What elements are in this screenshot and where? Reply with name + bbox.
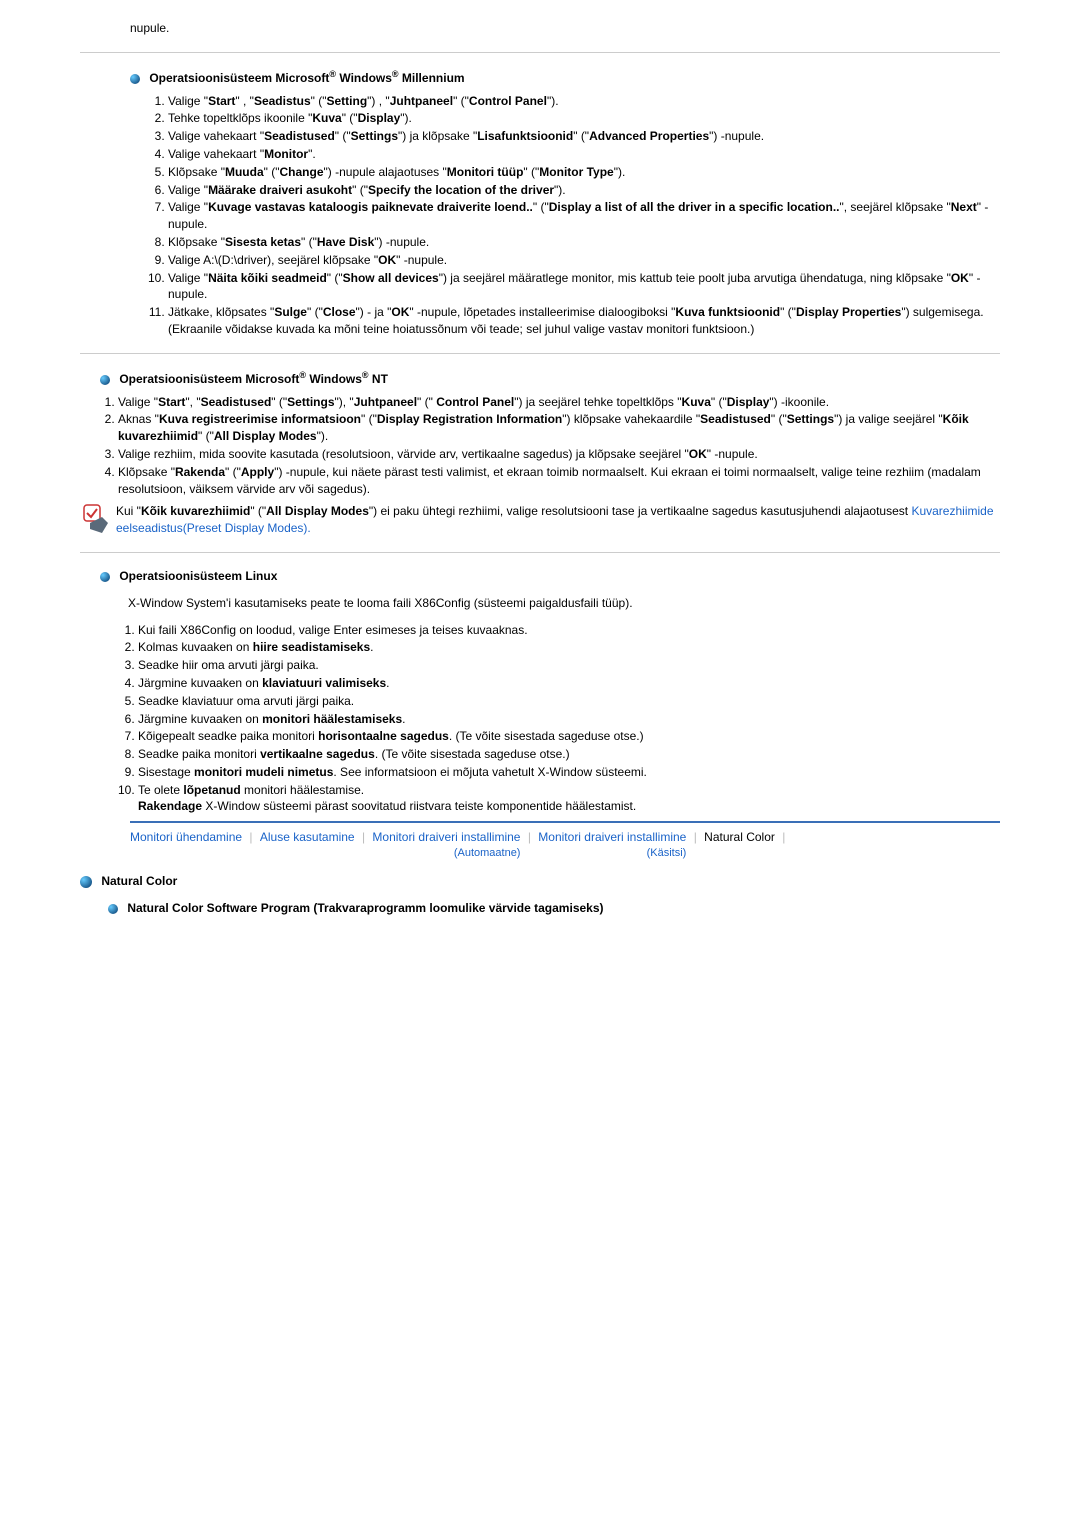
nt-steps: Valige "Start", "Seadistused" ("Settings… — [100, 394, 1000, 498]
note-end: . — [307, 521, 310, 535]
section-me: Operatsioonisüsteem Microsoft® Windows® … — [130, 68, 1000, 338]
list-item: Aknas "Kuva registreerimise informatsioo… — [118, 411, 1000, 445]
nav-manual-sub: (Käsitsi) — [538, 846, 686, 861]
nav-separator: | — [362, 830, 365, 844]
nav-stand-usage[interactable]: Aluse kasutamine — [260, 830, 355, 844]
list-item: Järgmine kuvaaken on monitori häälestami… — [138, 711, 1000, 728]
nc-sub-heading: Natural Color Software Program (Trakvara… — [127, 901, 603, 915]
list-item: Seadke klaviatuur oma arvuti järgi paika… — [138, 693, 1000, 710]
list-item: Sisestage monitori mudeli nimetus. See i… — [138, 764, 1000, 781]
list-item: Järgmine kuvaaken on klaviatuuri valimis… — [138, 675, 1000, 692]
nav-natural-color[interactable]: Natural Color — [704, 830, 775, 844]
list-item: Valige "Määrake draiveri asukoht" ("Spec… — [168, 182, 1000, 199]
list-item: Valige rezhiim, mida soovite kasutada (r… — [118, 446, 1000, 463]
bullet-icon — [130, 74, 140, 84]
section-heading-linux: Operatsioonisüsteem Linux — [100, 568, 1000, 585]
list-item: Te olete lõpetanud monitori häälestamise… — [138, 782, 1000, 816]
reg-icon: ® — [362, 370, 369, 380]
heading-mid: Windows — [336, 71, 392, 85]
list-item: Klõpsake "Rakenda" ("Apply") -nupule, ku… — [118, 464, 1000, 498]
list-item: Kolmas kuvaaken on hiire seadistamiseks. — [138, 639, 1000, 656]
nt-note: Kui "Kõik kuvarezhiimid" ("All Display M… — [80, 503, 1000, 537]
linux-intro: X-Window System'i kasutamiseks peate te … — [128, 595, 1000, 612]
heading-pre: Operatsioonisüsteem Microsoft — [149, 71, 329, 85]
linux-title: Operatsioonisüsteem Linux — [119, 569, 277, 583]
nav-install-driver-manual[interactable]: Monitori draiveri installimine — [538, 830, 686, 844]
list-item: Seadke hiir oma arvuti järgi paika. — [138, 657, 1000, 674]
nc-heading: Natural Color — [101, 874, 177, 888]
linux-steps: Kui faili X86Config on loodud, valige En… — [120, 622, 1000, 816]
bullet-icon — [100, 375, 110, 385]
list-item: Valige "Kuvage vastavas kataloogis paikn… — [168, 199, 1000, 233]
bullet-icon — [108, 904, 118, 914]
list-item: Kõigepealt seadke paika monitori horison… — [138, 728, 1000, 745]
list-item: Valige "Start" , "Seadistus" ("Setting")… — [168, 93, 1000, 110]
list-item: Tehke topeltklõps ikoonile "Kuva" ("Disp… — [168, 110, 1000, 127]
nt-note-text: Kui "Kõik kuvarezhiimid" ("All Display M… — [116, 503, 1000, 537]
list-item: Valige "Start", "Seadistused" ("Settings… — [118, 394, 1000, 411]
section-linux: Operatsioonisüsteem Linux X-Window Syste… — [100, 568, 1000, 815]
heading-pre: Operatsioonisüsteem Microsoft — [119, 372, 299, 386]
nav-separator: | — [528, 830, 531, 844]
list-item: Valige vahekaart "Seadistused" ("Setting… — [168, 128, 1000, 145]
reg-icon: ® — [392, 69, 399, 79]
section-nt: Operatsioonisüsteem Microsoft® Windows® … — [80, 369, 1000, 537]
list-item: Valige "Näita kõiki seadmeid" ("Show all… — [168, 270, 1000, 304]
list-item: Klõpsake "Sisesta ketas" ("Have Disk") -… — [168, 234, 1000, 251]
nav-connect-monitor[interactable]: Monitori ühendamine — [130, 830, 242, 844]
list-item: Valige vahekaart "Monitor". — [168, 146, 1000, 163]
top-fragment: nupule. — [130, 20, 1000, 37]
nav-auto-sub: (Automaatne) — [372, 846, 520, 861]
section-natural-color: Natural Color Natural Color Software Pro… — [80, 873, 1000, 917]
heading-mid: Windows — [306, 372, 362, 386]
nav-install-driver-auto[interactable]: Monitori draiveri installimine — [372, 830, 520, 844]
nav-separator: | — [249, 830, 252, 844]
heading-post: Millennium — [399, 71, 465, 85]
top-text: nupule. — [130, 21, 169, 35]
check-note-icon — [80, 503, 116, 537]
list-item: Valige A:\(D:\driver), seejärel klõpsake… — [168, 252, 1000, 269]
divider — [80, 552, 1000, 553]
list-item: Jätkake, klõpsates "Sulge" ("Close") - j… — [168, 304, 1000, 338]
list-item: Klõpsake "Muuda" ("Change") -nupule alaj… — [168, 164, 1000, 181]
section-nav: Monitori ühendamine | Aluse kasutamine |… — [130, 821, 1000, 867]
list-item: Kui faili X86Config on loodud, valige En… — [138, 622, 1000, 639]
section-heading-nt: Operatsioonisüsteem Microsoft® Windows® … — [100, 369, 1000, 388]
section-heading-me: Operatsioonisüsteem Microsoft® Windows® … — [130, 68, 1000, 87]
me-steps: Valige "Start" , "Seadistus" ("Setting")… — [150, 93, 1000, 338]
heading-post: NT — [369, 372, 388, 386]
divider — [80, 52, 1000, 53]
bullet-icon — [100, 572, 110, 582]
nav-separator: | — [694, 830, 697, 844]
divider — [80, 353, 1000, 354]
list-item: Seadke paika monitori vertikaalne sagedu… — [138, 746, 1000, 763]
nav-separator: | — [782, 830, 785, 844]
nc-sub-row: Natural Color Software Program (Trakvara… — [108, 900, 1000, 917]
bullet-icon — [80, 876, 92, 888]
